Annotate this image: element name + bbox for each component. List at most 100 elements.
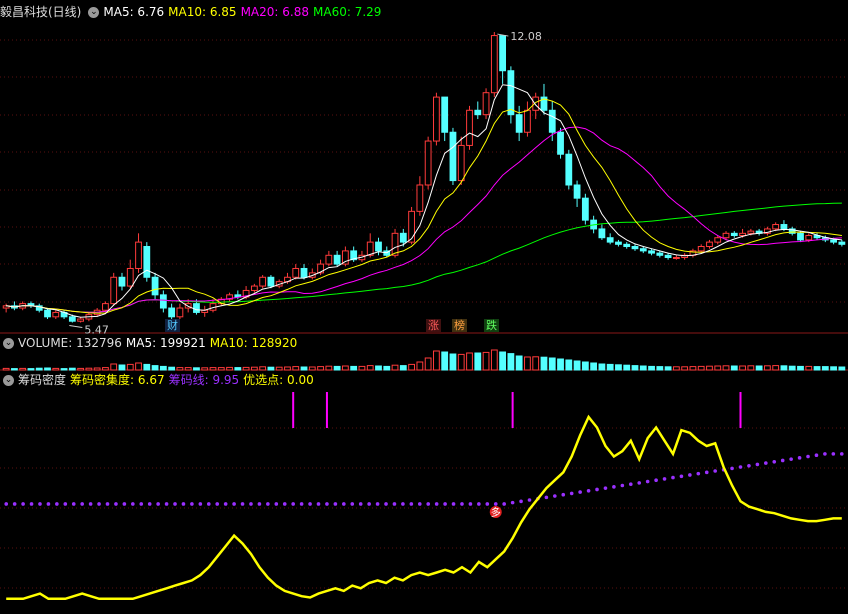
- main-legend: 毅昌科技(日线) ⌄ MA5: 6.76 MA10: 6.85 MA20: 6.88 MA…: [0, 4, 385, 20]
- volume-bar: [250, 366, 258, 371]
- volume-bar: [515, 355, 523, 371]
- chip-line-dot: [460, 502, 464, 506]
- chip-line-dot: [21, 502, 25, 506]
- chip-line-dot: [55, 502, 59, 506]
- volume-bar: [623, 364, 631, 371]
- candle-body: [830, 239, 837, 243]
- volume-bar: [730, 365, 738, 371]
- volume-bar: [565, 359, 573, 371]
- chip-line-dot: [316, 502, 321, 506]
- volume-bar: [391, 364, 399, 371]
- chip-line-dot: [392, 502, 397, 506]
- ma10-label: MA10: 6.85: [168, 5, 237, 19]
- chip-line-dot: [282, 502, 287, 506]
- volume-bar: [110, 363, 118, 371]
- chip-line-dot: [358, 502, 363, 506]
- volume-bar: [201, 367, 209, 371]
- chip-line-dot: [696, 471, 701, 476]
- chip-line-dot: [147, 502, 152, 506]
- candle-body: [259, 276, 267, 287]
- chip-line-dot: [451, 502, 456, 506]
- chip-line-dot: [401, 502, 405, 506]
- volume-bar: [11, 368, 18, 371]
- volume-bar: [821, 366, 829, 371]
- chip-line-dot: [510, 500, 515, 505]
- candle-body: [739, 232, 746, 237]
- volume-bar: [350, 365, 358, 371]
- volume-bar: [159, 365, 167, 371]
- chip-line-dot: [730, 466, 734, 471]
- chip-line-dot: [620, 483, 625, 488]
- chip-line-dot: [519, 499, 523, 504]
- volume-bar: [681, 366, 689, 371]
- candle-body: [159, 294, 167, 309]
- volume-bar: [797, 365, 804, 371]
- candle-body: [474, 109, 482, 116]
- chip-line-dot: [595, 487, 599, 492]
- candle-body: [424, 140, 432, 186]
- candle-body: [598, 228, 606, 239]
- volume-bar: [706, 365, 713, 371]
- volume-bar: [615, 364, 622, 371]
- volume-bar: [747, 365, 755, 371]
- chip-line-dot: [105, 502, 110, 506]
- volume-bar: [805, 365, 813, 371]
- chip-line-dot: [156, 502, 160, 506]
- candle-body: [325, 254, 333, 265]
- volume-bar: [27, 368, 35, 371]
- candle-body: [135, 241, 142, 269]
- volume-bar: [242, 366, 250, 371]
- chart-canvas: 12.085.47多: [0, 30, 848, 601]
- chip-line-dot: [46, 502, 51, 506]
- tag-cai[interactable]: 财: [165, 319, 180, 332]
- volume-ma10: MA10: 128920: [209, 336, 298, 350]
- volume-bar: [457, 353, 465, 371]
- candle-body: [292, 267, 300, 278]
- chip-line-dot: [333, 502, 338, 506]
- candle-body: [118, 276, 126, 287]
- volume-bar: [482, 351, 490, 371]
- volume-bar: [763, 365, 771, 371]
- candle-body: [664, 254, 672, 258]
- candle-body: [110, 276, 118, 305]
- candle-body: [52, 311, 60, 318]
- volume-bar: [358, 365, 366, 371]
- volume-bar: [300, 366, 308, 371]
- chip-line-dot: [553, 494, 557, 498]
- volume-bar: [697, 365, 705, 371]
- tag-bang[interactable]: 榜: [452, 319, 467, 332]
- high-label: 12.08: [510, 30, 542, 43]
- tag-zhang[interactable]: 涨: [426, 319, 441, 332]
- volume-bar: [234, 367, 242, 371]
- candle-body: [457, 144, 465, 182]
- volume-bar: [102, 367, 109, 371]
- volume-bar: [317, 366, 324, 371]
- volume-bar: [184, 367, 192, 371]
- volume-bar: [2, 367, 10, 371]
- chip-line-dot: [342, 502, 346, 506]
- candle-body: [648, 250, 655, 254]
- chip-line-dot: [823, 452, 827, 456]
- chip-line-dot: [443, 502, 447, 506]
- candle-body: [193, 303, 200, 313]
- chevron-down-icon[interactable]: ⌄: [3, 338, 14, 349]
- candle-body: [466, 109, 473, 146]
- candle-body: [507, 70, 515, 116]
- volume-bar: [267, 366, 275, 371]
- chip-line-dot: [764, 461, 768, 465]
- candle-body: [730, 232, 738, 237]
- tag-die[interactable]: 跌: [484, 319, 499, 332]
- volume-bar: [19, 367, 27, 371]
- candle-body: [416, 184, 424, 212]
- candle-body: [656, 252, 664, 256]
- chip-line-dot: [38, 502, 42, 506]
- chevron-down-icon[interactable]: ⌄: [3, 375, 14, 386]
- chip-line-dot: [206, 502, 211, 506]
- volume-bar: [466, 352, 473, 371]
- chip-line-dot: [612, 485, 616, 489]
- low-pointer: [69, 325, 83, 329]
- chevron-down-icon[interactable]: ⌄: [88, 7, 100, 18]
- chip-line-dot: [417, 502, 422, 506]
- volume-bar: [209, 367, 217, 371]
- chip-line-dot: [71, 502, 76, 506]
